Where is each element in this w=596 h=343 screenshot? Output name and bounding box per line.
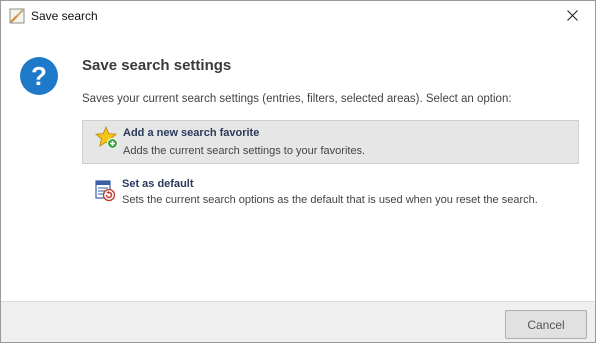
question-icon: ? [19, 56, 59, 96]
option-title: Add a new search favorite [123, 127, 260, 139]
svg-text:?: ? [31, 61, 47, 91]
window-title: Save search [31, 9, 98, 23]
option-title: Set as default [122, 178, 194, 190]
close-button[interactable] [549, 1, 595, 32]
cancel-button[interactable]: Cancel [505, 310, 587, 339]
dialog-footer: Cancel [1, 301, 595, 342]
option-subtitle: Sets the current search options as the d… [122, 194, 538, 206]
close-icon [566, 8, 578, 26]
dialog-window: Save search ? Save search settings Saves… [0, 0, 596, 343]
dialog-description: Saves your current search settings (entr… [82, 93, 512, 105]
dialog-heading: Save search settings [82, 57, 232, 74]
star-add-icon [95, 125, 119, 150]
set-default-icon [94, 178, 118, 202]
option-subtitle: Adds the current search settings to your… [123, 145, 366, 157]
option-set-as-default[interactable]: Set as default Sets the current search o… [82, 173, 579, 217]
option-add-search-favorite[interactable]: Add a new search favorite Adds the curre… [82, 120, 579, 164]
title-bar: Save search [1, 1, 595, 32]
document-icon [9, 8, 25, 24]
